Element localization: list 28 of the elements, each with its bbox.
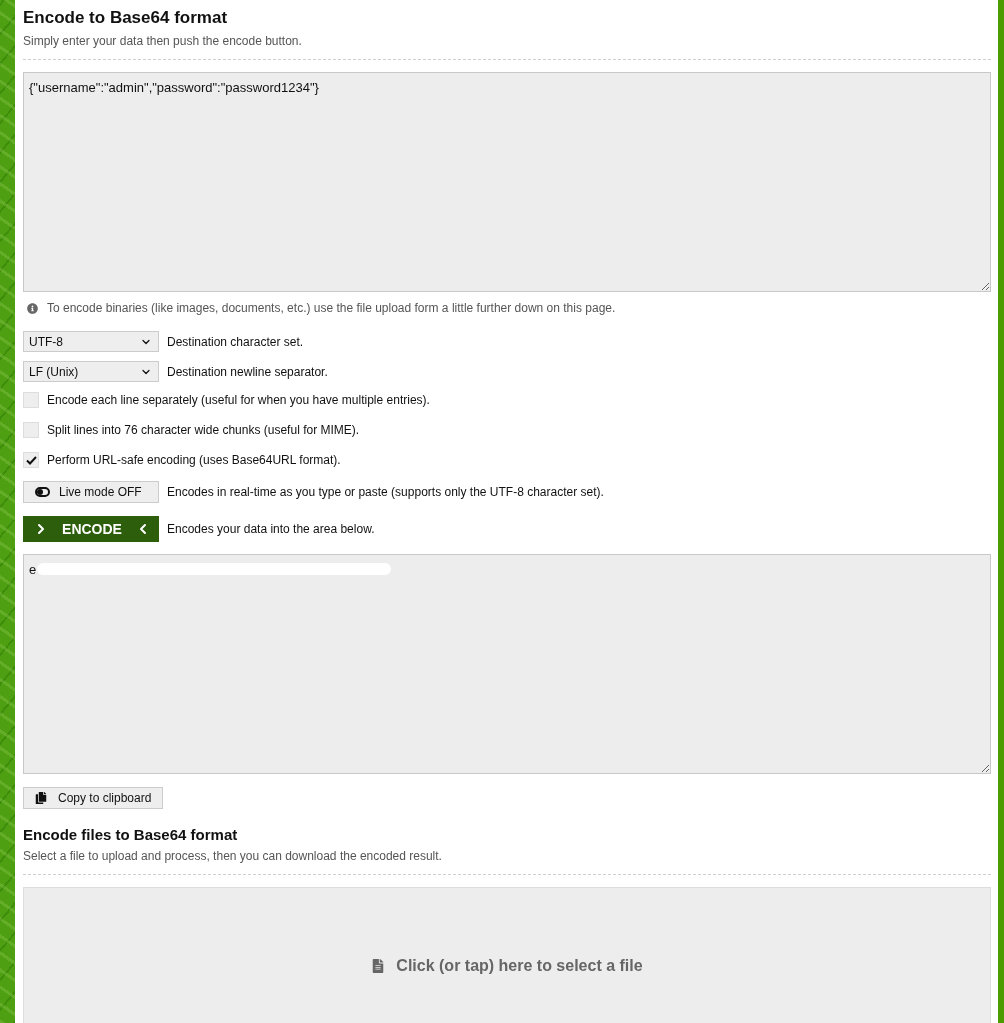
live-mode-button[interactable]: Live mode OFF bbox=[23, 481, 159, 503]
page-title: Encode to Base64 format bbox=[23, 8, 229, 28]
checkbox[interactable] bbox=[23, 422, 39, 438]
checkbox-label: Split lines into 76 character wide chunks (useful for MIME). bbox=[47, 423, 360, 437]
info-note: To encode binaries (like images, documents, etc.) use the file upload form a little further down on this page. bbox=[47, 301, 616, 315]
checkbox[interactable] bbox=[23, 392, 39, 408]
check-icon bbox=[25, 455, 37, 465]
copy-button[interactable]: Copy to clipboard bbox=[23, 787, 163, 809]
section-title: Encode files to Base64 format bbox=[23, 826, 239, 844]
toggle-icon bbox=[35, 487, 50, 497]
checkbox-label: Encode each line separately (useful for when you have multiple entries). bbox=[47, 393, 430, 407]
encode-description: Encodes your data into the area below. bbox=[167, 522, 375, 536]
select-label: Destination newline separator. bbox=[167, 364, 328, 379]
file-drop-zone[interactable]: Click (or tap) here to select a file bbox=[23, 887, 991, 1023]
section-subtitle: Select a file to upload and process, then you can download the encoded result. bbox=[23, 849, 443, 864]
file-icon bbox=[371, 959, 386, 973]
encode-button[interactable]: ENCODE bbox=[23, 516, 159, 542]
copy-icon bbox=[35, 792, 47, 804]
checkbox[interactable] bbox=[23, 452, 39, 468]
dropdown-select[interactable]: UTF-8 bbox=[23, 331, 159, 352]
dropdown-select[interactable]: LF (Unix) bbox=[23, 361, 159, 382]
select-label: Destination character set. bbox=[167, 334, 304, 349]
input-field[interactable]: {"username":"admin","password":"password1234"} bbox=[23, 72, 991, 292]
info-icon bbox=[27, 302, 38, 314]
live-mode-description: Encodes in real-time as you type or paste (supports only the UTF-8 character set). bbox=[167, 485, 604, 499]
section-subtitle: Simply enter your data then push the encode button. bbox=[23, 34, 303, 49]
output-field[interactable]: e bbox=[23, 554, 991, 774]
checkbox-label: Perform URL-safe encoding (uses Base64URL format). bbox=[47, 453, 341, 467]
